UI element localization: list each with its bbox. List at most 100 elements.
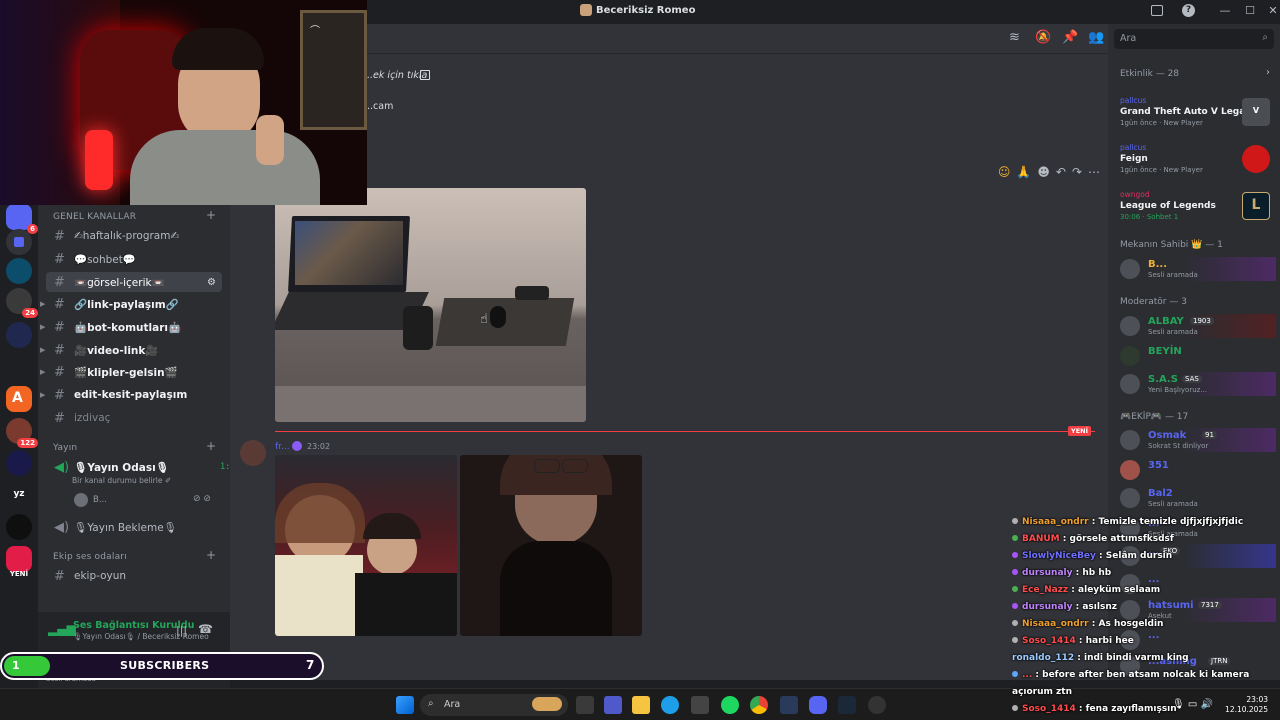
noise-suppression-icon[interactable]: ||| [176, 624, 187, 637]
close-button[interactable]: ✕ [1262, 2, 1280, 20]
member-item[interactable]: S.A.S SAS Yeni Başlıyoruz... [1120, 372, 1276, 396]
steam-icon[interactable] [838, 696, 856, 714]
pin-icon[interactable]: 📌 [1062, 30, 1078, 45]
subscriber-goal: 7 [306, 658, 315, 672]
cursor-icon: ☝ [480, 312, 488, 327]
server-icon[interactable] [6, 258, 32, 284]
server-label[interactable]: yz [0, 489, 38, 499]
voice-channel[interactable]: ◀) 🎙Yayın Bekleme🎙 [46, 517, 222, 537]
channel-item[interactable]: # ekip-oyun [46, 566, 222, 586]
member-item[interactable]: Osmak 91 Sokrat St dinliyor [1120, 428, 1276, 452]
chat-text: indi bindi varmı king [1083, 653, 1189, 663]
member-item[interactable]: B... Sesli aramada [1120, 257, 1276, 281]
channel-item[interactable]: # 💬sohbet💬 [46, 249, 222, 269]
member-list-icon[interactable]: 👥 [1088, 30, 1104, 45]
voice-channel[interactable]: ◀) 🎙Yayın Odası🎙 [46, 457, 222, 477]
speaker-icon: ◀) [54, 519, 70, 535]
teams-icon[interactable] [604, 696, 622, 714]
app-icon[interactable] [780, 696, 798, 714]
server-icon[interactable] [6, 322, 32, 348]
settings-icon[interactable]: ⚙ [207, 277, 216, 288]
notification-badge: 24 [22, 308, 38, 318]
avatar [74, 493, 88, 507]
maximize-button[interactable]: ☐ [1239, 2, 1261, 20]
message-author[interactable]: fr... [275, 442, 290, 452]
forward-icon[interactable]: ↷ [1072, 165, 1082, 179]
activity-card[interactable]: pallcus Feign 1gün önce · New Player [1120, 143, 1276, 174]
threads-icon[interactable]: ≋ [1009, 30, 1020, 45]
chrome-icon[interactable] [750, 696, 768, 714]
server-icon[interactable] [6, 450, 32, 476]
role-header: Moderatör — 3 [1120, 297, 1187, 307]
badge-icon [1012, 518, 1018, 524]
image-attachment[interactable] [275, 188, 586, 422]
channel-item-active[interactable]: # 📼görsel-içerik📼 ⚙ [46, 272, 222, 292]
activity-card[interactable]: pallcus Grand Theft Auto V Legacy 1gün ö… [1120, 96, 1276, 127]
image-icon [420, 70, 430, 80]
new-badge: YENİ [1068, 426, 1092, 436]
help-icon[interactable]: ? [1182, 4, 1195, 17]
voice-status[interactable]: Bir kanal durumu belirle ✐ [72, 476, 171, 485]
add-reaction-icon[interactable]: ☻ [1037, 165, 1050, 179]
store-icon[interactable] [691, 696, 709, 714]
discord-icon[interactable] [809, 696, 827, 714]
message-text[interactable]: ...ek için tıkla [364, 70, 427, 81]
server-icon[interactable]: 122 [6, 418, 38, 448]
server-icon[interactable]: 24 [6, 288, 38, 318]
image-attachment[interactable] [460, 455, 642, 636]
search-input[interactable]: Ara ⌕ [1114, 29, 1274, 49]
category-header[interactable]: GENEL KANALLAR [53, 212, 136, 222]
channel-item[interactable]: # izdivaç [46, 408, 222, 428]
taskbar-search[interactable]: ⌕ Ara [420, 694, 568, 716]
minimize-button[interactable]: — [1214, 2, 1236, 20]
obs-icon[interactable] [868, 696, 886, 714]
message-time: 23:02 [307, 442, 331, 451]
category-header[interactable]: Yayın [53, 443, 77, 453]
chat-username: ... [1022, 670, 1033, 680]
member-item[interactable]: BEYİN [1120, 344, 1276, 368]
disconnect-icon[interactable]: ☎ [198, 622, 213, 636]
activity-card[interactable]: owngod League of Legends 30:06 · Sohbet … [1120, 190, 1276, 221]
edge-icon[interactable] [661, 696, 679, 714]
add-channel-icon[interactable]: + [206, 548, 216, 562]
server-icon[interactable] [6, 514, 32, 540]
member-item[interactable]: Bal2 Sesli aramada [1120, 486, 1276, 510]
add-channel-icon[interactable]: + [206, 208, 216, 222]
member-item[interactable]: ALBAY 1903 Sesli aramada [1120, 314, 1276, 338]
channel-item[interactable]: ▶ # 🔗link-paylaşım🔗 [40, 294, 222, 314]
reply-icon[interactable]: ↶ [1056, 165, 1066, 179]
spotify-icon[interactable] [721, 696, 739, 714]
chat-text: Temizle temizle djfjxjfjxjfjdic [1098, 517, 1244, 527]
add-channel-icon[interactable]: + [206, 439, 216, 453]
reaction-icon[interactable]: 🙏 [1016, 165, 1031, 179]
member-item[interactable]: 351 [1120, 458, 1276, 482]
deafen-icon: ⊘ ⊘ [193, 494, 211, 504]
windows-start-icon[interactable] [396, 696, 414, 714]
channel-item[interactable]: ▶ # edit-kesit-paylaşım [40, 385, 222, 405]
stream-chat-overlay: Nisaaa_ondrr : Temizle temizle djfjxjfjx… [1012, 517, 1280, 720]
server-label: YENİ [9, 570, 29, 578]
channel-item[interactable]: ▶ # 🎬klipler-gelsin🎬 [40, 362, 222, 382]
file-explorer-icon[interactable] [632, 696, 650, 714]
member-name: BEYİN [1148, 346, 1182, 357]
server-icon[interactable] [6, 546, 32, 572]
channel-item[interactable]: ▶ # 🎥video-link🎥 [40, 340, 222, 360]
server-icon[interactable] [6, 229, 32, 255]
inbox-icon[interactable] [1151, 5, 1163, 16]
channel-item[interactable]: ▶ # 🤖bot-komutları🤖 [40, 317, 222, 337]
channel-item[interactable]: # ✍haftalık-program✍ [46, 226, 222, 246]
badge-icon [292, 441, 302, 451]
chevron-right-icon[interactable]: › [1266, 67, 1270, 78]
emoji-reaction-icon[interactable]: ☺ [998, 165, 1011, 179]
more-icon[interactable]: ⋯ [1088, 165, 1100, 179]
voice-location: 🎙Yayın Odası🎙 / Beceriksiz Romeo [73, 632, 209, 641]
voice-user[interactable]: B... [93, 495, 107, 505]
server-icon[interactable]: 6 [6, 204, 38, 234]
mute-notifications-icon[interactable]: 🔕 [1035, 30, 1051, 45]
task-view-icon[interactable] [576, 696, 594, 714]
badge-icon [1012, 586, 1018, 592]
server-icon[interactable]: A [6, 386, 32, 412]
category-header[interactable]: Ekip ses odaları [53, 552, 127, 562]
image-attachment[interactable] [275, 455, 457, 636]
avatar[interactable] [240, 440, 266, 466]
